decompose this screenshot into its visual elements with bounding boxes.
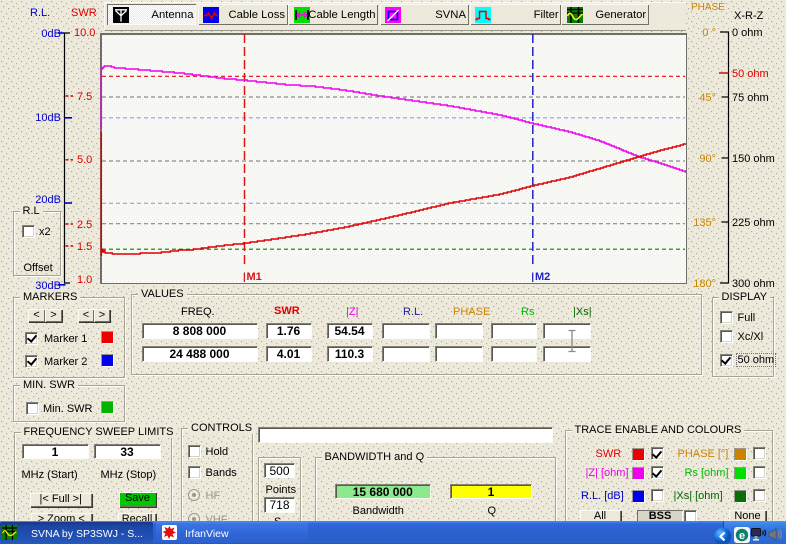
svg-text:e: e xyxy=(739,530,745,542)
